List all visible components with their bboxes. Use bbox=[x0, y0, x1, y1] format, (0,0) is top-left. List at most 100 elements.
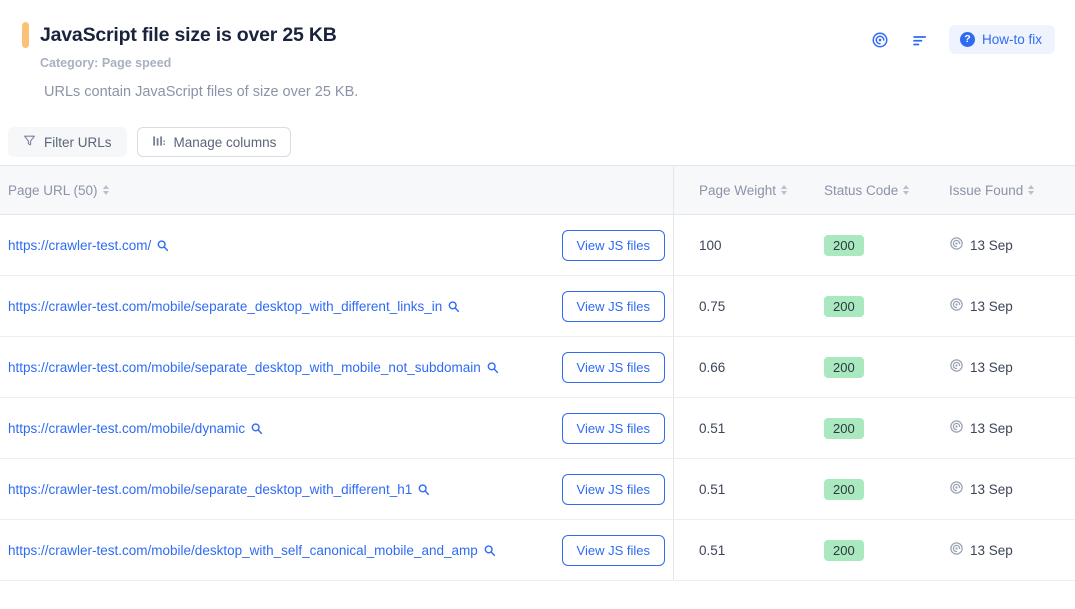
cell-page-weight: 0.51 bbox=[699, 481, 726, 497]
cell-issue-found: 13 Sep bbox=[924, 276, 1075, 336]
cell-status-code: 200 bbox=[799, 276, 924, 336]
cell-page-weight: 0.66 bbox=[699, 359, 726, 375]
table-body: https://crawler-test.com/View JS files 10… bbox=[0, 215, 1075, 581]
view-js-files-button[interactable]: View JS files bbox=[561, 473, 665, 505]
status-badge: 200 bbox=[824, 234, 864, 256]
cell-page-weight: 0.51 bbox=[699, 420, 726, 436]
cell-issue-found: 13 Sep bbox=[924, 398, 1075, 458]
column-header-page-url[interactable]: Page URL (50) bbox=[0, 166, 674, 214]
cell-issue-found: 13 Sep bbox=[924, 459, 1075, 519]
column-header-status-code[interactable]: Status Code bbox=[799, 166, 924, 214]
issue-found-date: 13 Sep bbox=[970, 237, 1013, 253]
page-header: JavaScript file size is over 25 KB Categ… bbox=[0, 0, 1075, 100]
table-row: https://crawler-test.com/View JS files 10… bbox=[0, 215, 1075, 276]
issue-found-date: 13 Sep bbox=[970, 298, 1013, 314]
radar-icon[interactable] bbox=[869, 29, 891, 51]
status-badge: 200 bbox=[824, 478, 864, 500]
table-row: https://crawler-test.com/mobile/desktop_… bbox=[0, 520, 1075, 581]
column-header-status-code-label: Status Code bbox=[824, 182, 899, 198]
sort-toggle-icon[interactable] bbox=[1028, 185, 1035, 195]
cell-status-code: 200 bbox=[799, 459, 924, 519]
filter-urls-label: Filter URLs bbox=[44, 134, 112, 150]
magnifier-icon[interactable] bbox=[478, 543, 496, 558]
columns-icon bbox=[152, 134, 166, 151]
radar-icon bbox=[949, 297, 964, 315]
cell-issue-found: 13 Sep bbox=[924, 520, 1075, 580]
radar-icon bbox=[949, 419, 964, 437]
issue-found-date: 13 Sep bbox=[970, 481, 1013, 497]
view-js-files-button[interactable]: View JS files bbox=[561, 351, 665, 383]
cell-page-url: https://crawler-test.com/mobile/separate… bbox=[0, 337, 674, 397]
cell-page-url: https://crawler-test.com/mobile/desktop_… bbox=[0, 520, 674, 580]
cell-page-url: https://crawler-test.com/View JS files bbox=[0, 215, 674, 275]
page-url-link[interactable]: https://crawler-test.com/mobile/dynamic bbox=[8, 418, 263, 439]
radar-icon bbox=[949, 236, 964, 254]
issue-detail-page: JavaScript file size is over 25 KB Categ… bbox=[0, 0, 1075, 609]
magnifier-icon[interactable] bbox=[481, 360, 499, 375]
column-header-issue-found[interactable]: Issue Found bbox=[924, 166, 1075, 214]
page-title: JavaScript file size is over 25 KB bbox=[40, 23, 337, 46]
category-label: Category: Page speed bbox=[40, 56, 172, 70]
magnifier-icon[interactable] bbox=[245, 421, 263, 436]
column-header-issue-found-label: Issue Found bbox=[949, 182, 1024, 198]
issue-found-date: 13 Sep bbox=[970, 420, 1013, 436]
table-row: https://crawler-test.com/mobile/dynamic V… bbox=[0, 398, 1075, 459]
cell-page-url: https://crawler-test.com/mobile/separate… bbox=[0, 459, 674, 519]
view-js-files-button[interactable]: View JS files bbox=[561, 229, 665, 261]
radar-icon bbox=[949, 541, 964, 559]
status-badge: 200 bbox=[824, 539, 864, 561]
page-url-link[interactable]: https://crawler-test.com/mobile/separate… bbox=[8, 296, 460, 317]
issue-description: URLs contain JavaScript files of size ov… bbox=[44, 84, 359, 100]
sort-toggle-icon[interactable] bbox=[102, 185, 109, 195]
table-row: https://crawler-test.com/mobile/separate… bbox=[0, 276, 1075, 337]
view-js-files-button[interactable]: View JS files bbox=[561, 412, 665, 444]
how-to-fix-button[interactable]: ? How-to fix bbox=[948, 25, 1055, 54]
column-header-page-weight-label: Page Weight bbox=[699, 182, 777, 198]
cell-status-code: 200 bbox=[799, 337, 924, 397]
table-header-row: Page URL (50) Page Weight Status Code Is… bbox=[0, 165, 1075, 215]
column-header-page-weight[interactable]: Page Weight bbox=[674, 166, 799, 214]
table-row: https://crawler-test.com/mobile/separate… bbox=[0, 459, 1075, 520]
view-js-files-button[interactable]: View JS files bbox=[561, 534, 665, 566]
funnel-icon bbox=[23, 134, 36, 150]
page-url-link[interactable]: https://crawler-test.com/mobile/separate… bbox=[8, 357, 499, 378]
table-row: https://crawler-test.com/mobile/separate… bbox=[0, 337, 1075, 398]
page-url-link[interactable]: https://crawler-test.com/ bbox=[8, 235, 169, 256]
issue-found-date: 13 Sep bbox=[970, 542, 1013, 558]
cell-page-url: https://crawler-test.com/mobile/separate… bbox=[0, 276, 674, 336]
sort-descending-icon[interactable] bbox=[909, 29, 931, 51]
status-badge: 200 bbox=[824, 295, 864, 317]
magnifier-icon[interactable] bbox=[151, 238, 169, 253]
urls-table: Page URL (50) Page Weight Status Code Is… bbox=[0, 165, 1075, 609]
cell-status-code: 200 bbox=[799, 398, 924, 458]
cell-page-weight: 0.51 bbox=[699, 542, 726, 558]
filter-urls-button[interactable]: Filter URLs bbox=[8, 127, 127, 157]
question-mark-icon: ? bbox=[959, 32, 975, 47]
radar-icon bbox=[949, 358, 964, 376]
manage-columns-button[interactable]: Manage columns bbox=[136, 127, 292, 157]
sort-toggle-icon[interactable] bbox=[903, 185, 910, 195]
cell-issue-found: 13 Sep bbox=[924, 337, 1075, 397]
cell-page-url: https://crawler-test.com/mobile/dynamic V… bbox=[0, 398, 674, 458]
severity-accent-bar bbox=[22, 22, 29, 48]
magnifier-icon[interactable] bbox=[442, 299, 460, 314]
issue-found-date: 13 Sep bbox=[970, 359, 1013, 375]
how-to-fix-label: How-to fix bbox=[981, 32, 1042, 47]
manage-columns-label: Manage columns bbox=[173, 134, 277, 150]
sort-toggle-icon[interactable] bbox=[781, 185, 788, 195]
cell-page-weight: 100 bbox=[699, 237, 722, 253]
cell-page-weight: 0.75 bbox=[699, 298, 726, 314]
view-js-files-button[interactable]: View JS files bbox=[561, 290, 665, 322]
cell-status-code: 200 bbox=[799, 215, 924, 275]
header-actions: ? How-to fix bbox=[869, 25, 1055, 54]
cell-issue-found: 13 Sep bbox=[924, 215, 1075, 275]
column-header-page-url-label: Page URL (50) bbox=[8, 182, 98, 198]
status-badge: 200 bbox=[824, 417, 864, 439]
cell-status-code: 200 bbox=[799, 520, 924, 580]
magnifier-icon[interactable] bbox=[412, 482, 430, 497]
status-badge: 200 bbox=[824, 356, 864, 378]
radar-icon bbox=[949, 480, 964, 498]
page-url-link[interactable]: https://crawler-test.com/mobile/desktop_… bbox=[8, 540, 496, 561]
table-toolbar: Filter URLs Manage columns bbox=[0, 120, 1075, 164]
page-url-link[interactable]: https://crawler-test.com/mobile/separate… bbox=[8, 479, 430, 500]
